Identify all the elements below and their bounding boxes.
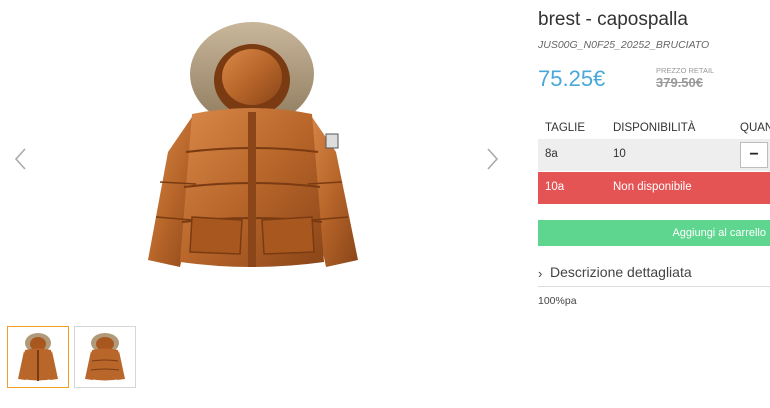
product-sku: JUS00G_N0F25_20252_BRUCIATO bbox=[538, 39, 710, 51]
prev-image-button[interactable] bbox=[10, 146, 34, 172]
thumbnail-front[interactable] bbox=[7, 326, 69, 388]
jacket-back-thumb-icon bbox=[85, 333, 125, 381]
size-row: 10a Non disponibile bbox=[538, 172, 770, 204]
header-availability: DISPONIBILITÀ bbox=[613, 122, 696, 134]
header-sizes: TAGLIE bbox=[545, 122, 586, 134]
size-value: 10a bbox=[545, 181, 565, 193]
chevron-right-icon bbox=[487, 148, 499, 170]
thumbnail-back[interactable] bbox=[74, 326, 136, 388]
chevron-left-icon bbox=[14, 148, 26, 170]
header-quantity: QUAN bbox=[740, 122, 770, 134]
product-main-image bbox=[148, 22, 358, 267]
availability-value: 10 bbox=[613, 148, 626, 160]
product-info-panel: brest - capospalla JUS00G_N0F25_20252_BR… bbox=[538, 0, 770, 408]
description-text: 100%pa bbox=[538, 295, 577, 307]
description-toggle[interactable]: › Descrizione dettagliata bbox=[538, 263, 770, 285]
retail-price: 379.50€ bbox=[656, 75, 703, 90]
size-value: 8a bbox=[545, 148, 558, 160]
size-row: 8a 10 − bbox=[538, 139, 770, 171]
chevron-right-icon: › bbox=[538, 266, 543, 281]
quantity-decrease-button[interactable]: − bbox=[740, 142, 768, 168]
retail-price-label: PREZZO RETAIL bbox=[656, 66, 715, 75]
add-to-cart-button[interactable]: Aggiungi al carrello bbox=[538, 220, 770, 246]
next-image-button[interactable] bbox=[480, 146, 504, 172]
description-toggle-label: Descrizione dettagliata bbox=[550, 264, 692, 280]
divider bbox=[538, 286, 770, 287]
product-gallery bbox=[0, 0, 530, 408]
jacket-front-thumb-icon bbox=[18, 333, 58, 381]
product-price: 75.25€ bbox=[538, 66, 606, 91]
availability-value: Non disponibile bbox=[613, 181, 692, 193]
product-title: brest - capospalla bbox=[538, 9, 688, 30]
